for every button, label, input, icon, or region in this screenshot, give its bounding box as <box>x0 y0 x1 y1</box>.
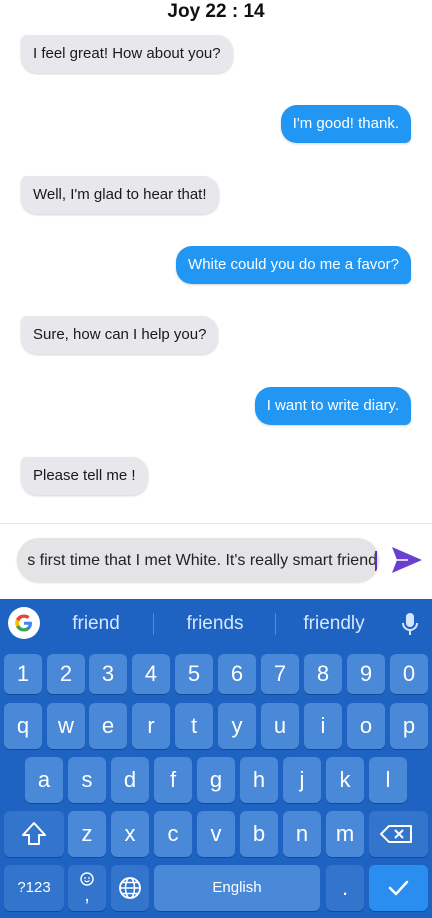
key-g[interactable]: g <box>197 757 235 803</box>
key-1[interactable]: 1 <box>4 654 42 694</box>
enter-key[interactable] <box>369 865 428 911</box>
key-v[interactable]: v <box>197 811 235 857</box>
google-icon[interactable] <box>8 607 40 639</box>
message-outgoing: White could you do me a favor? <box>176 246 411 284</box>
key-7[interactable]: 7 <box>261 654 299 694</box>
backspace-icon <box>380 825 412 843</box>
key-a[interactable]: a <box>25 757 63 803</box>
key-x[interactable]: x <box>111 811 149 857</box>
emoji-comma-key[interactable]: , <box>68 865 106 911</box>
key-3[interactable]: 3 <box>89 654 127 694</box>
message-incoming: Please tell me ! <box>21 457 148 495</box>
key-p[interactable]: p <box>390 703 428 749</box>
key-m[interactable]: m <box>326 811 364 857</box>
key-k[interactable]: k <box>326 757 364 803</box>
comma-label: , <box>84 884 90 906</box>
message-outgoing: I want to write diary. <box>254 387 411 425</box>
suggestion-3[interactable]: friendly <box>286 599 382 649</box>
key-t[interactable]: t <box>175 703 213 749</box>
language-key[interactable] <box>111 865 149 911</box>
key-z[interactable]: z <box>68 811 106 857</box>
key-q[interactable]: q <box>4 703 42 749</box>
suggestion-bar: friend friends friendly <box>0 599 432 649</box>
message-outgoing: I'm good! thank. <box>280 105 411 143</box>
globe-icon <box>119 877 141 899</box>
key-c[interactable]: c <box>154 811 192 857</box>
key-s[interactable]: s <box>68 757 106 803</box>
send-button[interactable] <box>390 544 424 576</box>
message-input[interactable]: s first time that I met White. It's real… <box>17 538 379 582</box>
key-r[interactable]: r <box>132 703 170 749</box>
key-4[interactable]: 4 <box>132 654 170 694</box>
key-0[interactable]: 0 <box>390 654 428 694</box>
message-list[interactable]: I feel great! How about you? I'm good! t… <box>0 26 432 523</box>
key-e[interactable]: e <box>89 703 127 749</box>
key-9[interactable]: 9 <box>347 654 385 694</box>
key-f[interactable]: f <box>154 757 192 803</box>
mic-icon[interactable] <box>398 611 422 637</box>
key-b[interactable]: b <box>240 811 278 857</box>
shift-icon <box>22 822 46 845</box>
key-n[interactable]: n <box>283 811 321 857</box>
period-key[interactable]: . <box>326 865 364 911</box>
key-i[interactable]: i <box>304 703 342 749</box>
key-l[interactable]: l <box>369 757 407 803</box>
key-j[interactable]: j <box>283 757 321 803</box>
key-6[interactable]: 6 <box>218 654 256 694</box>
suggestion-divider <box>275 613 276 635</box>
key-w[interactable]: w <box>47 703 85 749</box>
key-y[interactable]: y <box>218 703 256 749</box>
key-8[interactable]: 8 <box>304 654 342 694</box>
soft-keyboard: friend friends friendly 1 2 3 4 5 6 7 8 … <box>0 599 432 918</box>
send-icon <box>392 547 422 573</box>
message-incoming: Well, I'm glad to hear that! <box>21 176 219 214</box>
key-5[interactable]: 5 <box>175 654 213 694</box>
suggestion-2[interactable]: friends <box>164 599 266 649</box>
key-d[interactable]: d <box>111 757 149 803</box>
message-input-text: s first time that I met White. It's real… <box>27 552 377 569</box>
message-incoming: I feel great! How about you? <box>21 35 233 73</box>
space-key[interactable]: English <box>154 865 320 911</box>
key-o[interactable]: o <box>347 703 385 749</box>
key-u[interactable]: u <box>261 703 299 749</box>
symbols-key[interactable]: ?123 <box>4 865 64 911</box>
message-incoming: Sure, how can I help you? <box>21 316 219 354</box>
chat-title: Joy 22 : 14 <box>167 1 265 22</box>
checkmark-icon <box>388 880 409 896</box>
suggestion-divider <box>153 613 154 635</box>
shift-key[interactable] <box>4 811 64 857</box>
suggestion-1[interactable]: friend <box>48 599 144 649</box>
key-2[interactable]: 2 <box>47 654 85 694</box>
backspace-key[interactable] <box>369 811 428 857</box>
message-composer: s first time that I met White. It's real… <box>0 524 432 599</box>
key-h[interactable]: h <box>240 757 278 803</box>
text-caret <box>375 551 377 571</box>
